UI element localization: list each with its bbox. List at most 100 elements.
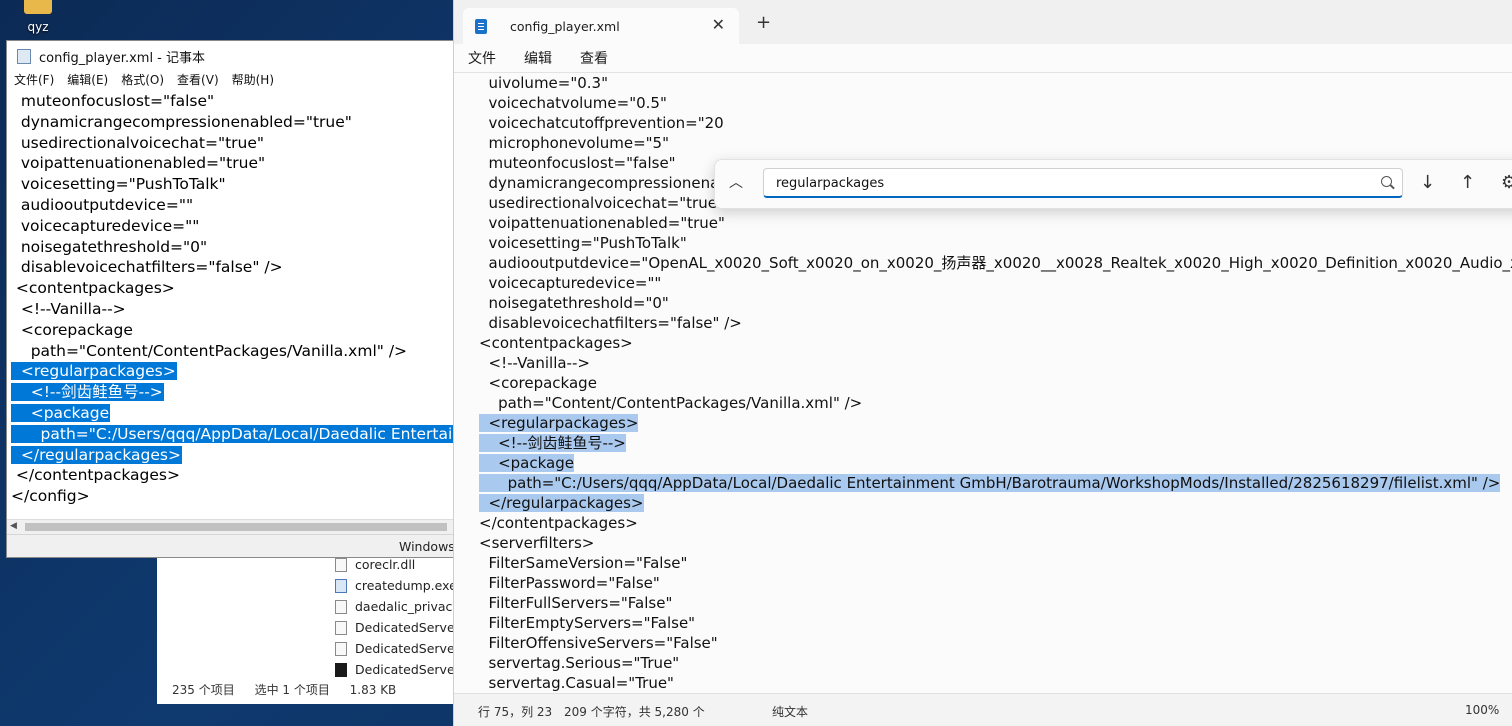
text-line[interactable]: voicesetting="PushToTalk" — [479, 233, 1512, 253]
find-input[interactable] — [774, 175, 1368, 192]
line-text: path="Content/ContentPackages/Vanilla.xm… — [11, 341, 408, 360]
text-line[interactable]: </regularpackages> — [11, 445, 457, 466]
text-line[interactable]: voicecapturedevice="" — [479, 273, 1512, 293]
text-line[interactable]: FilterSameVersion="False" — [479, 553, 1512, 573]
line-text: audiooutputdevice="OpenAL_x0020_Soft_x00… — [479, 254, 1512, 272]
text-line[interactable]: <!--Vanilla--> — [479, 353, 1512, 373]
text-line[interactable]: <regularpackages> — [11, 361, 457, 382]
find-field[interactable] — [763, 168, 1403, 198]
text-line[interactable]: uivolume="0.3" — [479, 73, 1512, 93]
collapse-replace-chevron-icon[interactable]: ︿ — [729, 172, 743, 192]
text-line[interactable]: <package — [479, 453, 1512, 473]
text-line[interactable]: path="Content/ContentPackages/Vanilla.xm… — [479, 393, 1512, 413]
tab-strip: config_player.xml ✕ + — [454, 0, 1512, 44]
find-previous-icon[interactable]: ↑ — [1460, 172, 1475, 193]
file-name: daedalic_privacy — [355, 599, 460, 614]
close-icon[interactable]: ✕ — [712, 15, 725, 34]
line-text: <package — [11, 403, 111, 422]
text-line[interactable]: dynamicrangecompressionenabled="true" — [11, 112, 457, 133]
classic-notepad-text-area[interactable]: muteonfocuslost="false" dynamicrangecomp… — [11, 91, 457, 519]
line-text: <contentpackages> — [479, 334, 633, 352]
horizontal-scrollbar[interactable]: ◀ — [7, 519, 457, 534]
search-icon[interactable] — [1381, 176, 1392, 187]
line-text: voicecapturedevice="" — [479, 274, 662, 292]
text-line[interactable]: FilterPassword="False" — [479, 573, 1512, 593]
text-line[interactable]: FilterEmptyServers="False" — [479, 613, 1512, 633]
text-line[interactable]: <!--剑齿鲑鱼号--> — [479, 433, 1512, 453]
text-line[interactable]: <corepackage — [11, 320, 457, 341]
desktop-folder-icon[interactable]: qyz — [18, 0, 58, 34]
classic-menu-item[interactable]: 帮助(H) — [232, 71, 274, 91]
classic-notepad-window[interactable]: config_player.xml - 记事本 文件(F) 编辑(E) 格式(O) 查… — [6, 40, 458, 558]
text-line[interactable]: path="Content/ContentPackages/Vanilla.xm… — [11, 341, 457, 362]
scrollbar-thumb[interactable] — [25, 523, 447, 531]
classic-menu-item[interactable]: 格式(O) — [121, 71, 164, 91]
text-line[interactable]: </regularpackages> — [479, 493, 1512, 513]
notepad-menu-item[interactable]: 查看 — [580, 48, 608, 68]
new-tab-button[interactable]: + — [756, 12, 771, 33]
text-line[interactable]: path="C:/Users/qqq/AppData/Local/Daedali… — [479, 473, 1512, 493]
notepad-icon — [17, 48, 31, 64]
line-text: <serverfilters> — [479, 534, 595, 552]
file-list-item[interactable]: DedicatedServer — [335, 659, 460, 680]
text-line[interactable]: <regularpackages> — [479, 413, 1512, 433]
text-line[interactable]: voicecapturedevice="" — [11, 216, 457, 237]
editor-area[interactable]: uivolume="0.3" voicechatvolume="0.5" voi… — [454, 73, 1512, 693]
file-list-item[interactable]: createdump.exe — [335, 575, 460, 596]
text-line[interactable]: <contentpackages> — [479, 333, 1512, 353]
line-text: voipattenuationenabled="true" — [479, 214, 725, 232]
text-line[interactable]: voicechatcutoffprevention="20 — [479, 113, 1512, 133]
line-text: <package — [479, 454, 574, 472]
text-line[interactable]: muteonfocuslost="false" — [11, 91, 457, 112]
scroll-left-icon[interactable]: ◀ — [10, 521, 17, 531]
text-line[interactable]: voipattenuationenabled="true" — [11, 153, 457, 174]
text-line[interactable]: servertag.Serious="True" — [479, 653, 1512, 673]
line-text: usedirectionalvoicechat="true" — [479, 194, 724, 212]
file-list-item[interactable]: daedalic_privacy — [335, 596, 460, 617]
text-line[interactable]: <!--Vanilla--> — [11, 299, 457, 320]
text-line[interactable]: <corepackage — [479, 373, 1512, 393]
text-line[interactable]: audiooutputdevice="OpenAL_x0020_Soft_x00… — [479, 253, 1512, 273]
text-line[interactable]: voipattenuationenabled="true" — [479, 213, 1512, 233]
text-line[interactable]: <contentpackages> — [11, 278, 457, 299]
text-line[interactable]: path="C:/Users/qqq/AppData/Local/Daedali… — [11, 424, 457, 445]
line-text: FilterSameVersion="False" — [479, 554, 688, 572]
classic-menu-item[interactable]: 编辑(E) — [67, 71, 108, 91]
text-line[interactable]: FilterOffensiveServers="False" — [479, 633, 1512, 653]
text-line[interactable]: audiooutputdevice="" — [11, 195, 457, 216]
line-text: path="C:/Users/qqq/AppData/Local/Daedali… — [479, 474, 1501, 492]
notepad-menu-item[interactable]: 文件 — [468, 48, 496, 68]
file-list-item[interactable]: DedicatedServer — [335, 638, 460, 659]
text-line[interactable]: servertag.Casual="True" — [479, 673, 1512, 693]
line-text: <!--Vanilla--> — [479, 354, 590, 372]
text-line[interactable]: </config> — [11, 486, 457, 507]
text-line[interactable]: usedirectionalvoicechat="true" — [11, 133, 457, 154]
text-line[interactable]: noisegatethreshold="0" — [11, 237, 457, 258]
classic-menu-item[interactable]: 文件(F) — [14, 71, 54, 91]
text-line[interactable]: voicesetting="PushToTalk" — [11, 174, 457, 195]
text-line[interactable]: <package — [11, 403, 457, 424]
line-text: path="Content/ContentPackages/Vanilla.xm… — [479, 394, 863, 412]
find-next-icon[interactable]: ↓ — [1420, 172, 1435, 193]
text-line[interactable]: <!--剑齿鲑鱼号--> — [11, 382, 457, 403]
text-line[interactable]: disablevoicechatfilters="false" /> — [11, 257, 457, 278]
text-line[interactable]: FilterFullServers="False" — [479, 593, 1512, 613]
line-text: disablevoicechatfilters="false" /> — [11, 258, 283, 277]
classic-menu-item[interactable]: 查看(V) — [177, 71, 219, 91]
text-line[interactable]: <serverfilters> — [479, 533, 1512, 553]
line-text: FilterPassword="False" — [479, 574, 660, 592]
notepad-window[interactable]: config_player.xml ✕ + 文件 编辑 查看 uivolume="0… — [453, 0, 1512, 726]
text-line[interactable]: microphonevolume="5" — [479, 133, 1512, 153]
file-list-item[interactable]: DedicatedServer — [335, 617, 460, 638]
file-name: DedicatedServer — [355, 662, 460, 677]
classic-notepad-titlebar[interactable]: config_player.xml - 记事本 — [7, 41, 457, 71]
text-line[interactable]: </contentpackages> — [11, 465, 457, 486]
text-line[interactable]: voicechatvolume="0.5" — [479, 93, 1512, 113]
text-line[interactable]: noisegatethreshold="0" — [479, 293, 1512, 313]
text-line[interactable]: </contentpackages> — [479, 513, 1512, 533]
find-options-icon[interactable]: ⚙ — [1501, 172, 1512, 193]
notepad-menu-item[interactable]: 编辑 — [524, 48, 552, 68]
text-line[interactable]: disablevoicechatfilters="false" /> — [479, 313, 1512, 333]
tab-config-player[interactable]: config_player.xml ✕ — [463, 8, 739, 44]
file-name: coreclr.dll — [355, 557, 416, 572]
